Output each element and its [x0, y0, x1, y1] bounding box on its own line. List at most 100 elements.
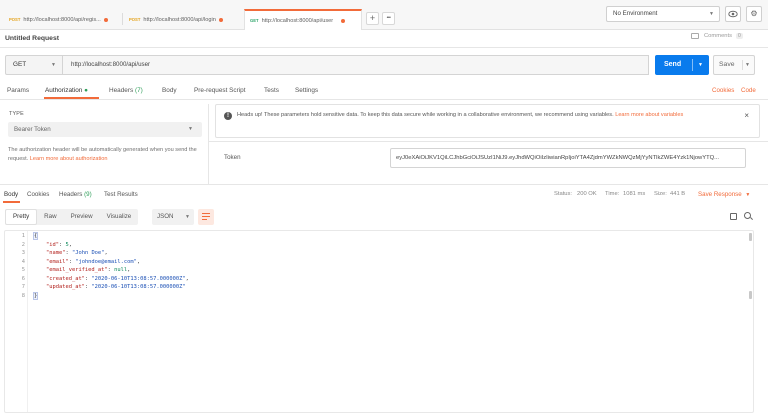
tab-label: http://localhost:8000/api/login — [143, 16, 216, 23]
view-mode-preview[interactable]: Preview — [64, 209, 100, 225]
line-number: 2 — [21, 241, 25, 248]
search-icon[interactable] — [744, 212, 751, 219]
chevron-down-icon[interactable]: ▼ — [698, 55, 703, 75]
send-label: Send — [664, 61, 682, 68]
line-number: 5 — [21, 267, 25, 273]
code-link[interactable]: Code — [741, 87, 756, 94]
send-button[interactable]: Send ▼ — [655, 55, 709, 75]
comment-icon — [691, 33, 699, 39]
comments-count: 0 — [736, 33, 743, 39]
response-tab-headers[interactable]: Headers (9) — [59, 191, 92, 198]
tab-authorization[interactable]: Authorization ● — [45, 87, 88, 94]
code-line: "id": 5, — [45, 241, 72, 248]
environment-quick-look-button[interactable] — [725, 6, 741, 22]
auth-type-value: Bearer Token — [14, 126, 51, 133]
tab-params[interactable]: Params — [7, 87, 29, 94]
more-tabs-button[interactable]: ••• — [382, 12, 395, 25]
line-gutter — [27, 231, 28, 412]
chevron-down-icon: ▼ — [745, 192, 751, 198]
unsaved-dot-icon — [341, 18, 346, 23]
request-title[interactable]: Untitled Request — [5, 35, 59, 42]
line-number: 3 — [21, 250, 25, 256]
json-key: "id" — [45, 241, 59, 248]
alert-link[interactable]: Learn more about variables — [615, 112, 683, 118]
request-tab-active[interactable]: GET http://localhost:8000/api/user — [244, 9, 362, 30]
chevron-down-icon: ▼ — [51, 62, 56, 68]
json-value: 5 — [65, 241, 69, 248]
tab-settings[interactable]: Settings — [295, 87, 318, 94]
line-number: 6 — [21, 275, 25, 282]
tab-label: http://localhost:8000/api/regis... — [23, 16, 101, 23]
tab-headers-label: Headers — [109, 87, 134, 94]
status-label: Status: — [554, 191, 573, 197]
panel-divider — [208, 104, 209, 184]
wrap-lines-button[interactable] — [198, 209, 214, 225]
json-value: null — [114, 267, 128, 273]
send-divider — [692, 59, 693, 71]
time-label: Time: — [605, 191, 620, 197]
active-tab-indicator — [3, 201, 20, 203]
scrollbar-thumb-top[interactable] — [749, 233, 752, 241]
tab-method: GET — [250, 18, 259, 23]
method-select[interactable]: GET ▼ — [5, 55, 63, 75]
code-line: "created_at": "2020-06-10T13:08:57.00000… — [45, 275, 189, 282]
divider — [0, 99, 768, 100]
line-number: 7 — [21, 284, 25, 290]
chevron-down-icon[interactable]: ▼ — [745, 56, 750, 74]
chevron-down-icon: ▼ — [185, 214, 190, 220]
alert-text: Heads up! These parameters hold sensitiv… — [237, 111, 732, 121]
json-value: "johndoe@email.com" — [75, 258, 137, 265]
code-line: "updated_at": "2020-06-10T13:08:57.00000… — [45, 284, 186, 290]
chevron-down-icon: ▼ — [188, 126, 193, 132]
cookies-link[interactable]: Cookies — [712, 87, 734, 94]
response-tab-body[interactable]: Body — [4, 191, 18, 198]
format-select[interactable]: JSON ▼ — [152, 209, 194, 225]
environment-select[interactable]: No Environment ▼ — [606, 6, 720, 22]
tab-method: POST — [129, 17, 141, 22]
tab-tests[interactable]: Tests — [264, 87, 279, 94]
request-tab[interactable]: POST http://localhost:8000/api/login — [124, 9, 242, 30]
response-tab-headers-label: Headers — [59, 191, 83, 198]
response-tab-test-results[interactable]: Test Results — [104, 191, 138, 198]
view-mode-pretty[interactable]: Pretty — [5, 209, 38, 225]
tab-prerequest-script[interactable]: Pre-request Script — [194, 87, 246, 94]
auth-help-text: The authorization header will be automat… — [8, 146, 206, 163]
url-input[interactable]: http://localhost:8000/api/user — [63, 55, 649, 75]
code-line: } — [33, 291, 39, 300]
comments-button[interactable]: Comments 0 — [691, 33, 743, 39]
token-input[interactable]: eyJ0eXAiOiJKV1QiLCJhbGciOiJSUzI1NiJ9.eyJ… — [390, 148, 746, 168]
request-tab[interactable]: POST http://localhost:8000/api/regis... — [4, 9, 120, 30]
json-key: "email_verified_at" — [45, 267, 108, 273]
auth-help-link[interactable]: Learn more about authorization — [30, 156, 108, 162]
tab-headers-count: (7) — [134, 87, 143, 94]
format-value: JSON — [157, 213, 174, 220]
save-label: Save — [719, 61, 735, 68]
new-tab-button[interactable]: + — [366, 12, 379, 25]
divider — [0, 47, 768, 48]
view-mode-raw[interactable]: Raw — [37, 209, 63, 225]
save-response-button[interactable]: Save Response ▼ — [698, 191, 750, 198]
code-line: { — [33, 232, 39, 240]
tab-headers[interactable]: Headers (7) — [109, 87, 143, 94]
view-mode-visualize[interactable]: Visualize — [100, 209, 139, 225]
json-value: "2020-06-10T13:08:57.000000Z" — [91, 284, 186, 290]
copy-icon[interactable] — [730, 213, 737, 220]
tab-authorization-label: Authorization — [45, 87, 83, 94]
size-value[interactable]: 441 B — [670, 191, 685, 197]
scrollbar-thumb[interactable] — [749, 291, 752, 299]
method-value: GET — [13, 61, 27, 68]
manage-environments-button[interactable]: ⚙ — [746, 6, 762, 22]
auth-type-select[interactable]: Bearer Token ▼ — [8, 122, 202, 137]
save-response-label: Save Response — [698, 191, 742, 198]
response-tab-cookies[interactable]: Cookies — [27, 191, 49, 198]
chevron-down-icon: ▼ — [709, 11, 714, 17]
save-button[interactable]: Save ▼ — [713, 55, 755, 75]
tab-label: http://localhost:8000/api/user — [261, 17, 334, 24]
response-body[interactable]: 1 {2 "id": 5, 3 "name": "John Doe", 4 "emai… — [4, 230, 754, 413]
time-value[interactable]: 1081 ms — [623, 191, 645, 197]
auth-type-label: TYPE — [9, 111, 24, 117]
json-bracket: } — [33, 291, 39, 300]
tab-body[interactable]: Body — [162, 87, 177, 94]
close-icon[interactable]: × — [744, 111, 749, 120]
status-value[interactable]: 200 OK — [577, 191, 597, 197]
